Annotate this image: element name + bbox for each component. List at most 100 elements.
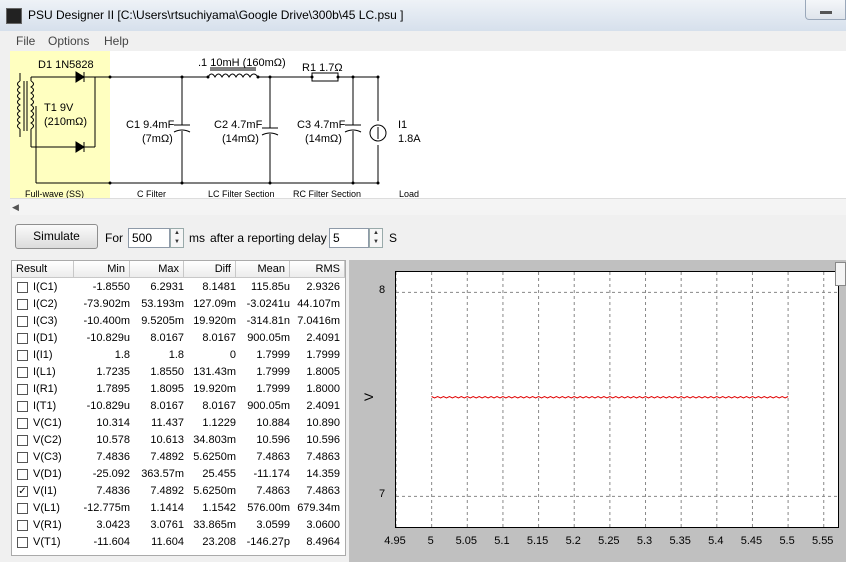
header-mean[interactable]: Mean — [236, 261, 290, 278]
row-checkbox[interactable] — [17, 316, 28, 327]
ms-label: ms — [189, 231, 205, 245]
row-max: 7.4892 — [150, 451, 184, 463]
row-checkbox[interactable] — [17, 333, 28, 344]
table-row[interactable]: I(C2) -73.902m 53.193m 127.09m -3.0241u 44.10… — [12, 296, 345, 313]
row-mean: -3.0241u — [246, 298, 290, 310]
row-result-name: I(L1) — [33, 366, 56, 378]
row-result-name: V(C3) — [33, 451, 62, 463]
label-t1-resistance: (210mΩ) — [44, 116, 87, 128]
row-mean: 10.884 — [256, 417, 290, 429]
row-diff: 127.09m — [193, 298, 236, 310]
x-tick-label: 5.2 — [565, 535, 581, 547]
row-diff: 19.920m — [193, 383, 236, 395]
row-checkbox[interactable] — [17, 469, 28, 480]
table-row[interactable]: V(C3) 7.4836 7.4892 5.6250m 7.4863 7.4863 — [12, 449, 345, 466]
row-mean: -11.174 — [253, 468, 291, 480]
header-max[interactable]: Max — [130, 261, 184, 278]
delay-input[interactable]: 5 — [329, 228, 369, 248]
label-d1: D1 1N5828 — [38, 59, 94, 71]
row-checkbox[interactable] — [17, 282, 28, 293]
row-rms: 1.8005 — [306, 366, 340, 378]
header-rms[interactable]: RMS — [290, 261, 345, 278]
table-row[interactable]: I(D1) -10.829u 8.0167 8.0167 900.05m 2.4091 — [12, 330, 345, 347]
spin-down-icon[interactable]: ▼ — [171, 238, 183, 247]
row-diff: 19.920m — [193, 315, 236, 327]
spin-up-icon[interactable]: ▲ — [171, 229, 183, 238]
schematic-panel: D1 1N5828 T1 9V (210mΩ) .1 10mH (160mΩ) … — [10, 51, 846, 198]
row-checkbox[interactable] — [17, 503, 28, 514]
row-rms: 10.890 — [306, 417, 340, 429]
row-min: 1.7235 — [96, 366, 130, 378]
table-row[interactable]: V(L1) -12.775m 1.1414 1.1542 576.00m 679.34m — [12, 500, 345, 517]
table-row[interactable]: V(D1) -25.092 363.57m 25.455 -11.174 14.359 — [12, 466, 345, 483]
simulation-controls: Simulate For 500 ▲ ▼ ms after a reporting… — [0, 216, 846, 258]
x-tick-label: 5.25 — [598, 535, 620, 547]
current-source-i1[interactable] — [369, 77, 387, 183]
simulate-button[interactable]: Simulate — [15, 224, 98, 249]
row-checkbox[interactable] — [17, 537, 28, 548]
minimize-button[interactable] — [805, 0, 846, 20]
table-row[interactable]: I(I1) 1.8 1.8 0 1.7999 1.7999 — [12, 347, 345, 364]
row-result-name: I(D1) — [33, 332, 58, 344]
legend-toggle[interactable] — [835, 262, 846, 286]
row-result-name: V(C2) — [33, 434, 62, 446]
delay-spinner[interactable]: ▲ ▼ — [369, 228, 383, 248]
table-row[interactable]: I(T1) -10.829u 8.0167 8.0167 900.05m 2.4091 — [12, 398, 345, 415]
capacitor-c2[interactable] — [261, 77, 279, 183]
table-row[interactable]: I(R1) 1.7895 1.8095 19.920m 1.7999 1.8000 — [12, 381, 345, 398]
row-result-name: I(I1) — [33, 349, 53, 361]
title-bar: PSU Designer II [C:\Users\rtsuchiyama\Go… — [0, 0, 846, 32]
duration-spinner[interactable]: ▲ ▼ — [170, 228, 184, 248]
spin-up-icon[interactable]: ▲ — [370, 229, 382, 238]
header-result[interactable]: Result — [12, 261, 74, 278]
capacitor-c1[interactable] — [173, 77, 191, 183]
row-diff: 33.865m — [193, 519, 236, 531]
row-checkbox[interactable] — [17, 367, 28, 378]
plot-area[interactable] — [395, 271, 839, 528]
menu-help[interactable]: Help — [104, 34, 129, 48]
row-mean: 1.7999 — [256, 383, 290, 395]
table-row[interactable]: ✓ V(I1) 7.4836 7.4892 5.6250m 7.4863 7.4863 — [12, 483, 345, 500]
menu-options[interactable]: Options — [48, 34, 89, 48]
row-checkbox[interactable] — [17, 299, 28, 310]
row-rms: 679.34m — [297, 502, 340, 514]
table-row[interactable]: V(T1) -11.604 11.604 23.208 -146.27p 8.4964 — [12, 534, 345, 551]
row-min: -1.8550 — [92, 281, 130, 293]
row-result-name: I(C3) — [33, 315, 58, 327]
menu-file[interactable]: File — [16, 34, 35, 48]
header-min[interactable]: Min — [74, 261, 130, 278]
table-row[interactable]: I(C1) -1.8550 6.2931 8.1481 115.85u 2.9326 — [12, 279, 345, 296]
row-checkbox[interactable] — [17, 452, 28, 463]
voltage-chart — [396, 272, 838, 527]
x-tick-label: 5.4 — [708, 535, 724, 547]
row-checkbox[interactable] — [17, 384, 28, 395]
label-c3: C3 4.7mF — [297, 119, 346, 131]
app-icon — [6, 8, 22, 24]
row-min: -10.829u — [86, 332, 130, 344]
window-title: PSU Designer II [C:\Users\rtsuchiyama\Go… — [28, 8, 404, 22]
label-l1: .1 10mH (160mΩ) — [198, 57, 286, 69]
table-row[interactable]: V(C2) 10.578 10.613 34.803m 10.596 10.596 — [12, 432, 345, 449]
row-rms: 44.107m — [297, 298, 340, 310]
row-checkbox[interactable] — [17, 435, 28, 446]
inductor-l1[interactable] — [207, 67, 259, 78]
resistor-r1[interactable] — [311, 72, 339, 82]
row-checkbox[interactable]: ✓ — [17, 486, 28, 497]
row-min: 10.578 — [96, 434, 130, 446]
spin-down-icon[interactable]: ▼ — [370, 238, 382, 247]
capacitor-c3[interactable] — [344, 77, 362, 183]
row-checkbox[interactable] — [17, 350, 28, 361]
table-row[interactable]: I(C3) -10.400m 9.5205m 19.920m -314.81n 7.041… — [12, 313, 345, 330]
x-tick-label: 5.05 — [455, 535, 477, 547]
duration-input[interactable]: 500 — [128, 228, 170, 248]
row-checkbox[interactable] — [17, 418, 28, 429]
table-row[interactable]: I(L1) 1.7235 1.8550 131.43m 1.7999 1.8005 — [12, 364, 345, 381]
table-row[interactable]: V(C1) 10.314 11.437 1.1229 10.884 10.890 — [12, 415, 345, 432]
header-diff[interactable]: Diff — [184, 261, 236, 278]
row-diff: 25.455 — [202, 468, 236, 480]
row-checkbox[interactable] — [17, 401, 28, 412]
scroll-left-icon[interactable]: ◀ — [12, 202, 19, 213]
table-row[interactable]: V(R1) 3.0423 3.0761 33.865m 3.0599 3.0600 — [12, 517, 345, 534]
row-checkbox[interactable] — [17, 520, 28, 531]
schematic-scrollbar[interactable]: ◀ — [10, 198, 846, 215]
